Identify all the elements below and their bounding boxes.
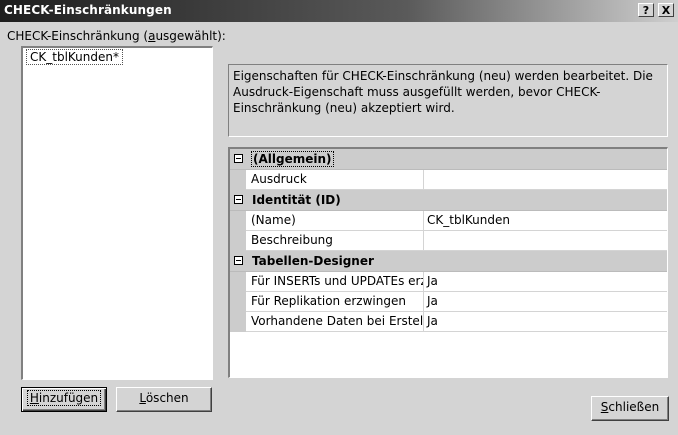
property-name: Für INSERTs und UPDATEs erzwingen xyxy=(246,272,424,291)
add-button[interactable]: Hinzufügen xyxy=(21,387,107,412)
property-row-enforce-replication[interactable]: Für Replikation erzwingen Ja xyxy=(230,292,667,312)
constraint-list-label: CHECK-Einschränkung (ausgewählt): xyxy=(7,29,226,43)
description-text: Eigenschaften für CHECK-Einschränkung (n… xyxy=(228,64,668,137)
category-general[interactable]: (Allgemein) xyxy=(230,149,667,170)
property-row-description[interactable]: Beschreibung xyxy=(230,231,667,251)
property-value[interactable]: Ja xyxy=(424,312,667,331)
property-value[interactable]: CK_tblKunden xyxy=(424,211,667,230)
property-grid[interactable]: (Allgemein) Ausdruck Identität (ID) (Nam… xyxy=(228,147,668,378)
collapse-icon[interactable] xyxy=(234,195,243,204)
help-button[interactable]: ? xyxy=(638,3,654,17)
property-value[interactable] xyxy=(424,170,667,189)
close-window-button[interactable]: X xyxy=(658,3,674,17)
category-identity[interactable]: Identität (ID) xyxy=(230,190,667,211)
collapse-icon[interactable] xyxy=(234,256,243,265)
constraint-list[interactable]: CK_tblKunden* xyxy=(21,46,213,380)
property-row-name[interactable]: (Name) CK_tblKunden xyxy=(230,211,667,231)
property-name: Vorhandene Daten bei Erstellung oder ern… xyxy=(246,312,424,331)
property-row-expression[interactable]: Ausdruck xyxy=(230,170,667,190)
property-row-check-existing-data[interactable]: Vorhandene Daten bei Erstellung oder ern… xyxy=(230,312,667,332)
delete-button[interactable]: Löschen xyxy=(116,387,212,412)
property-value[interactable]: Ja xyxy=(424,272,667,291)
category-table-designer[interactable]: Tabellen-Designer xyxy=(230,251,667,272)
window-title: CHECK-Einschränkungen xyxy=(4,3,172,17)
close-button[interactable]: Schließen xyxy=(591,396,669,421)
collapse-icon[interactable] xyxy=(234,154,243,163)
property-name: (Name) xyxy=(246,211,424,230)
constraint-list-item[interactable]: CK_tblKunden* xyxy=(26,49,123,65)
property-value[interactable] xyxy=(424,231,667,250)
property-name: Beschreibung xyxy=(246,231,424,250)
title-bar: CHECK-Einschränkungen ? X xyxy=(0,0,678,22)
property-name: Für Replikation erzwingen xyxy=(246,292,424,311)
property-value[interactable]: Ja xyxy=(424,292,667,311)
property-row-enforce-insert-update[interactable]: Für INSERTs und UPDATEs erzwingen Ja xyxy=(230,272,667,292)
property-name: Ausdruck xyxy=(246,170,424,189)
